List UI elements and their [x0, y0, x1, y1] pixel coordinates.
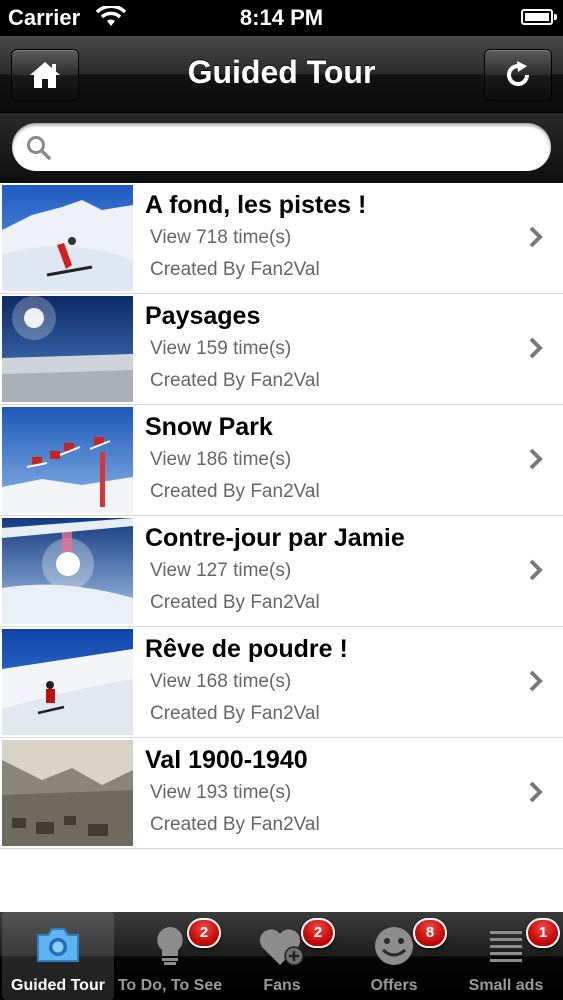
- tour-views: View 186 time(s): [150, 449, 292, 470]
- heart-plus-icon: [259, 929, 304, 966]
- tour-list: A fond, les pistes ! View 718 time(s) Cr…: [0, 183, 563, 849]
- tour-thumbnail: [2, 740, 133, 846]
- tour-thumbnail: [2, 518, 133, 624]
- tour-thumbnail: [2, 407, 133, 513]
- camera-icon: [37, 928, 79, 962]
- tab-label: Offers: [370, 977, 418, 994]
- tour-name: A fond, les pistes !: [145, 191, 367, 219]
- tour-views: View 718 time(s): [150, 227, 292, 248]
- chevron-right-icon: [529, 226, 543, 248]
- tour-row[interactable]: Snow Park View 186 time(s) Created By Fa…: [0, 405, 563, 516]
- search-field[interactable]: [12, 123, 551, 171]
- search-bar: [0, 113, 563, 183]
- tour-row[interactable]: Contre-jour par Jamie View 127 time(s) C…: [0, 516, 563, 627]
- tab-offers[interactable]: 8 Offers: [338, 912, 450, 1000]
- list-icon: [490, 931, 522, 962]
- tour-creator: Created By Fan2Val: [150, 370, 320, 391]
- chevron-right-icon: [529, 559, 543, 581]
- refresh-icon: [507, 61, 529, 86]
- notification-badge: 2: [187, 918, 221, 948]
- chevron-right-icon: [529, 781, 543, 803]
- tour-name: Rêve de poudre !: [145, 635, 348, 663]
- tour-name: Snow Park: [145, 413, 273, 441]
- tour-thumbnail: [2, 629, 133, 735]
- notification-badge: 8: [413, 918, 447, 948]
- tour-creator: Created By Fan2Val: [150, 814, 320, 835]
- tour-views: View 168 time(s): [150, 671, 292, 692]
- tab-to-do-to-see[interactable]: 2 To Do, To See: [114, 912, 226, 1000]
- tour-creator: Created By Fan2Val: [150, 259, 320, 280]
- navigation-bar: Guided Tour: [0, 36, 563, 113]
- tour-views: View 193 time(s): [150, 782, 292, 803]
- notification-badge: 1: [526, 918, 560, 948]
- tour-creator: Created By Fan2Val: [150, 481, 320, 502]
- tour-creator: Created By Fan2Val: [150, 592, 320, 613]
- tour-creator: Created By Fan2Val: [150, 703, 320, 724]
- tour-name: Paysages: [145, 302, 261, 330]
- tab-label: Small ads: [468, 977, 544, 994]
- tour-thumbnail: [2, 185, 133, 291]
- tour-row[interactable]: Val 1900-1940 View 193 time(s) Created B…: [0, 738, 563, 849]
- chevron-right-icon: [529, 448, 543, 470]
- tour-row[interactable]: A fond, les pistes ! View 718 time(s) Cr…: [0, 183, 563, 294]
- tab-label: Fans: [263, 977, 301, 994]
- notification-badge: 2: [301, 918, 335, 948]
- tab-label: Guided Tour: [11, 977, 105, 994]
- status-bar: Carrier 8:14 PM: [0, 0, 563, 36]
- tour-row[interactable]: Paysages View 159 time(s) Created By Fan…: [0, 294, 563, 405]
- lightbulb-icon: [157, 927, 183, 965]
- tab-fans[interactable]: 2 Fans: [226, 912, 338, 1000]
- page-title: Guided Tour: [187, 54, 376, 90]
- tab-small-ads[interactable]: 1 Small ads: [450, 912, 562, 1000]
- search-input[interactable]: [58, 131, 542, 165]
- chevron-right-icon: [529, 670, 543, 692]
- tour-thumbnail: [2, 296, 133, 402]
- tab-bar: Guided Tour 2 To Do, To See 2 Fans 8 Off…: [0, 912, 563, 1000]
- tour-name: Contre-jour par Jamie: [145, 524, 405, 552]
- search-icon: [27, 136, 51, 160]
- smiley-icon: [375, 927, 413, 965]
- tab-guided-tour[interactable]: Guided Tour: [2, 912, 114, 1000]
- clock: 8:14 PM: [239, 5, 324, 30]
- battery-icon: [521, 9, 557, 25]
- tour-name: Val 1900-1940: [145, 746, 308, 774]
- tour-row[interactable]: Rêve de poudre ! View 168 time(s) Create…: [0, 627, 563, 738]
- tour-views: View 159 time(s): [150, 338, 292, 359]
- refresh-button[interactable]: [484, 49, 552, 101]
- tour-views: View 127 time(s): [150, 560, 292, 581]
- chevron-right-icon: [529, 337, 543, 359]
- tab-label: To Do, To See: [117, 977, 223, 994]
